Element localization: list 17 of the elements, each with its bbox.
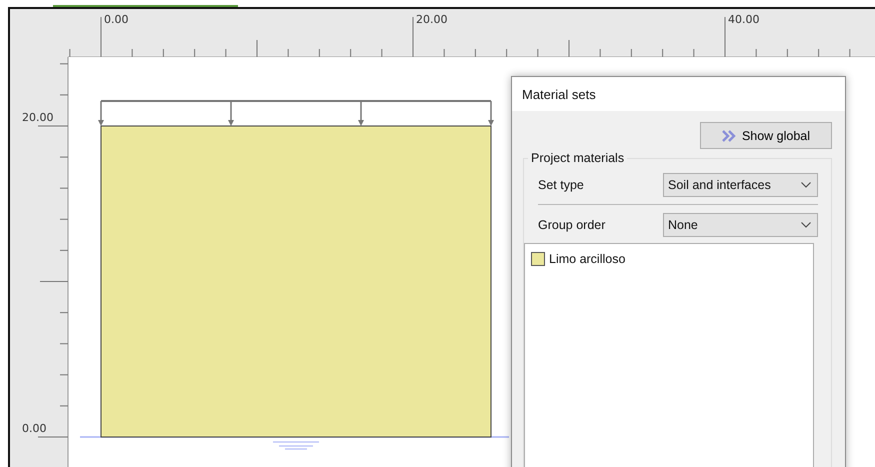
dialog-title: Material sets	[512, 77, 845, 111]
ruler-label: 0.00	[22, 422, 46, 435]
group-title: Project materials	[528, 151, 628, 165]
caret-icon	[801, 182, 811, 188]
dropdown[interactable]: None	[663, 213, 818, 237]
ruler-label: 20.00	[416, 13, 448, 26]
caret-icon	[801, 222, 811, 228]
ruler-label: 20.00	[22, 111, 54, 124]
show-global-button[interactable]: Show global	[700, 122, 832, 149]
dropdown[interactable]: Soil and interfaces	[663, 173, 818, 197]
double-chevron-icon	[722, 130, 736, 142]
water-level-icon	[272, 442, 320, 450]
material-item[interactable]: Limo arcilloso	[531, 250, 630, 268]
ruler-label: 0.00	[104, 13, 128, 26]
ruler-label: 40.00	[728, 13, 760, 26]
field-label: Set type	[538, 178, 585, 192]
field-label: Group order	[538, 218, 606, 232]
